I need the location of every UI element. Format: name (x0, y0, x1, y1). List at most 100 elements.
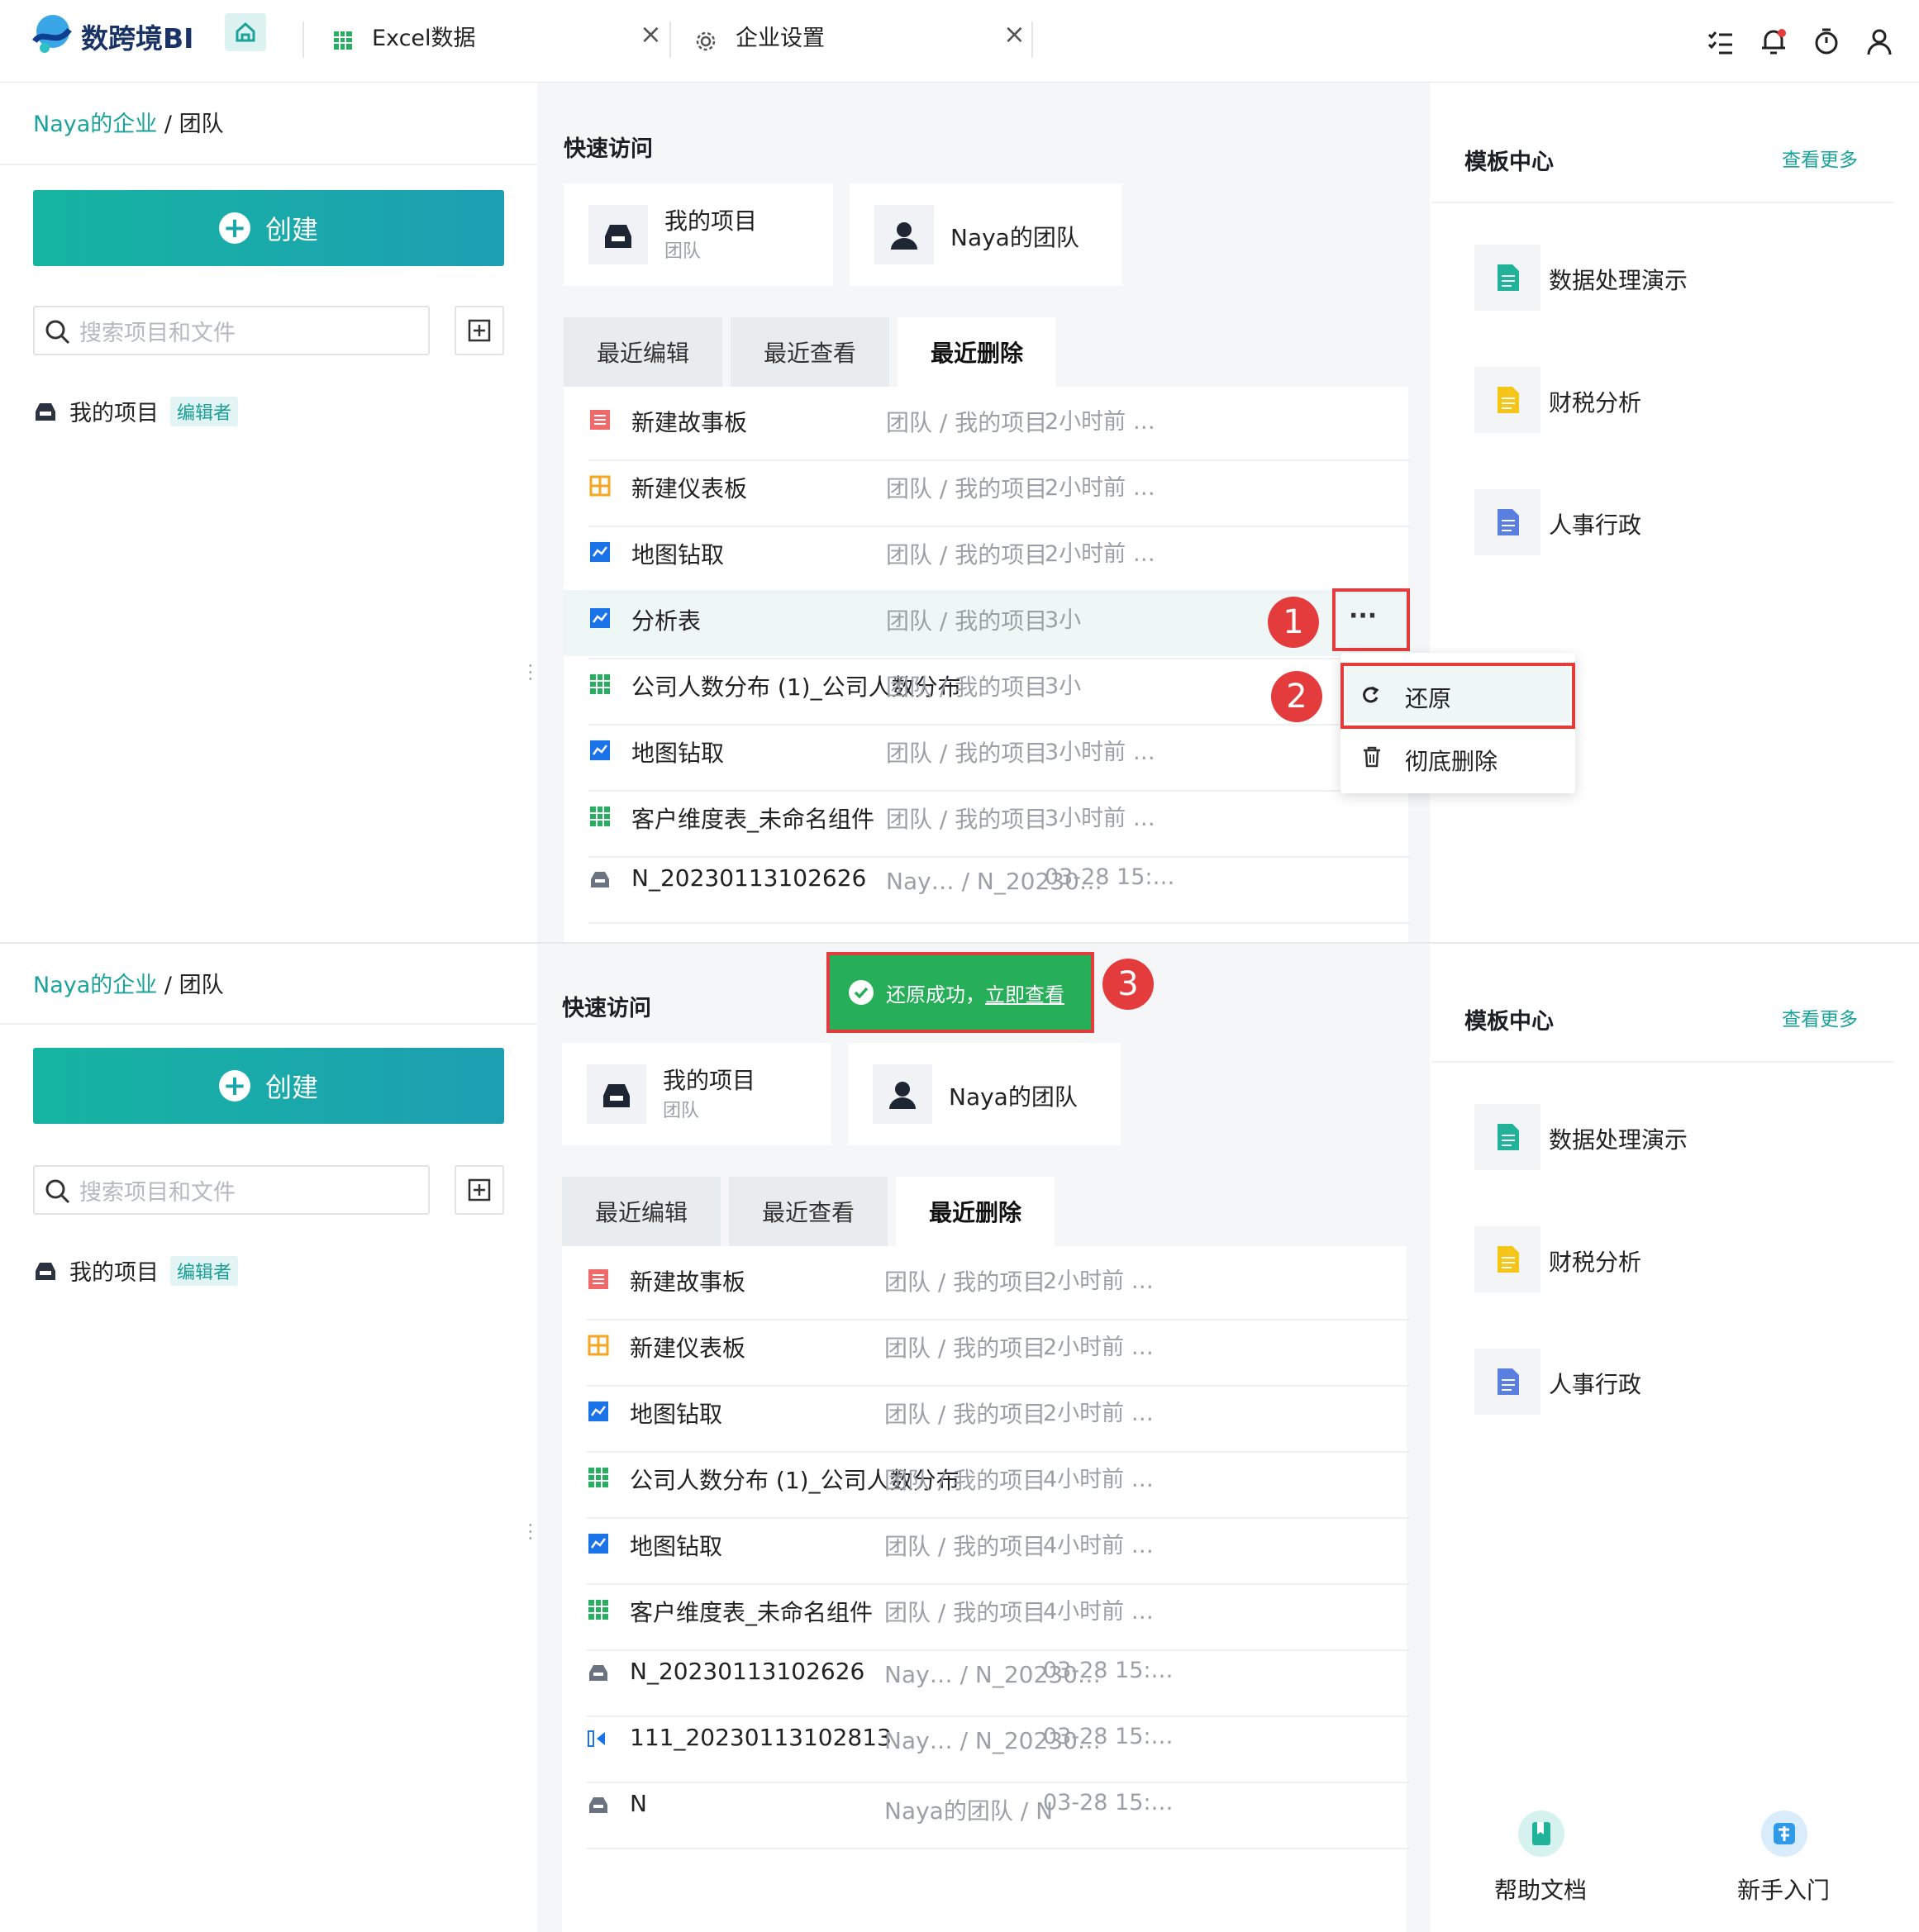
table-icon (590, 807, 610, 826)
chart-icon (588, 1401, 608, 1421)
list-row[interactable]: 新建故事板 团队 / 我的项目 2小时前 … (587, 1246, 1154, 1312)
tab-excel[interactable]: Excel数据 (372, 20, 476, 52)
list-row[interactable]: 新建仪表板 团队 / 我的项目 2小时前 … (588, 453, 1155, 519)
inbox-icon (589, 1665, 607, 1681)
inbox-icon (591, 872, 609, 887)
book-icon (1518, 1811, 1564, 1857)
list-row[interactable]: 地图钻取 团队 / 我的项目 3小时前 … (588, 717, 1155, 783)
list-row[interactable]: 地图钻取 团队 / 我的项目 2小时前 … (587, 1378, 1154, 1444)
timer-icon[interactable] (1810, 23, 1843, 59)
screen-after: Naya的企业 / 团队 + 创建 搜索项目和文件 我的项目 编辑者 · · · 快… (0, 944, 1919, 1932)
resize-handle[interactable]: · · · (527, 1516, 534, 1549)
breadcrumb-org[interactable]: Naya的企业 (33, 112, 157, 137)
breadcrumb: Naya的企业 / 团队 (33, 973, 224, 998)
logo-icon (32, 15, 72, 53)
team-icon (891, 222, 917, 250)
doc-yellow-icon (1498, 1246, 1519, 1273)
doc-yellow-icon (1498, 387, 1519, 413)
task-list-icon[interactable] (1704, 23, 1737, 59)
tab-settings[interactable]: 企业设置 (736, 20, 825, 52)
create-button[interactable]: + 创建 (33, 190, 504, 266)
search-icon (45, 320, 70, 345)
list-row[interactable]: N Naya的团队 / N 03-28 15:… (587, 1775, 1174, 1841)
menu-item-delete[interactable]: 彻底删除 (1345, 729, 1570, 785)
plus-icon: + (218, 212, 250, 244)
inbox-icon (589, 1797, 607, 1813)
quick-card-my-project[interactable]: 我的项目 团队 (562, 1043, 831, 1145)
add-square-icon (468, 1178, 491, 1202)
doc-teal-icon (1498, 264, 1519, 291)
user-icon[interactable] (1863, 23, 1896, 59)
list-row[interactable]: 地图钻取 团队 / 我的项目 4小时前 … (587, 1511, 1154, 1577)
restore-highlight (1340, 663, 1575, 729)
toast-highlight (826, 952, 1094, 1033)
quick-card-my-project[interactable]: 我的项目 团队 (564, 183, 833, 286)
doc-blue-icon (1498, 1368, 1519, 1395)
list-row[interactable]: 新建故事板 团队 / 我的项目 2小时前 … (588, 387, 1155, 453)
bell-icon[interactable] (1757, 23, 1790, 59)
view-more-link[interactable]: 查看更多 (1782, 144, 1858, 172)
signpost-icon (1761, 1811, 1807, 1857)
dashboard-icon (588, 1335, 609, 1356)
breadcrumb-org[interactable]: Naya的企业 (33, 973, 157, 998)
resize-handle[interactable]: · · · (527, 656, 534, 689)
screen-before: Naya的企业 / 团队 + 创建 搜索项目和文件 我的项目 编辑者 · · · 快… (0, 83, 1919, 944)
chart-icon (590, 608, 610, 628)
project-item[interactable]: 我的项目 编辑者 (33, 395, 239, 427)
brand-name: 数跨境BI (81, 22, 194, 55)
tab-recent-deleted[interactable]: 最近删除 (898, 317, 1056, 387)
quick-access-title: 快速访问 (562, 996, 651, 1021)
search-input[interactable]: 搜索项目和文件 (33, 306, 430, 355)
help-docs-card[interactable]: 帮助文档 (1431, 1780, 1651, 1925)
table-icon (588, 1600, 608, 1620)
quick-card-team[interactable]: Naya的团队 (848, 1043, 1121, 1145)
list-row[interactable]: 公司人数分布 (1)_公司人数分布 团队 / 我的项目 4小时前 … (587, 1444, 1154, 1511)
tab-recent-edit[interactable]: 最近编辑 (564, 317, 722, 387)
table-icon (588, 1468, 608, 1487)
list-row[interactable]: 客户维度表_未命名组件 团队 / 我的项目 4小时前 … (587, 1577, 1154, 1643)
plus-icon: + (218, 1070, 250, 1102)
story-icon (588, 1269, 608, 1289)
role-badge: 编辑者 (170, 396, 239, 426)
quick-card-team[interactable]: Naya的团队 (850, 183, 1122, 286)
create-button[interactable]: + 创建 (33, 1048, 504, 1124)
list-row[interactable]: 111_20230113102813 Nay… / N_20230… 03-28… (587, 1709, 1174, 1775)
tab-recent-deleted[interactable]: 最近删除 (896, 1177, 1055, 1246)
deleted-list: 新建故事板 团队 / 我的项目 2小时前 … 新建仪表板 团队 / 我的项目 2… (562, 1246, 1410, 1932)
close-tab-settings-icon[interactable]: × (1003, 18, 1026, 50)
dashboard-icon (589, 475, 611, 497)
search-input[interactable]: 搜索项目和文件 (33, 1165, 430, 1215)
list-row-selected[interactable]: 分析表 团队 / 我的项目 3小 (588, 585, 1119, 651)
getting-started-card[interactable]: 新手入门 (1674, 1780, 1894, 1925)
left-sidebar: Naya的企业 / 团队 + 创建 搜索项目和文件 我的项目 编辑者 · · · (0, 83, 537, 944)
project-item[interactable]: 我的项目 编辑者 (33, 1254, 239, 1287)
deleted-list: 新建故事板 团队 / 我的项目 2小时前 … 新建仪表板 团队 / 我的项目 2… (564, 387, 1412, 944)
list-row[interactable]: 新建仪表板 团队 / 我的项目 2小时前 … (587, 1312, 1154, 1378)
left-sidebar: Naya的企业 / 团队 + 创建 搜索项目和文件 我的项目 编辑者 · · · (0, 944, 537, 1932)
list-row[interactable]: 地图钻取 团队 / 我的项目 2小时前 … (588, 519, 1155, 585)
view-more-link[interactable]: 查看更多 (1782, 1003, 1858, 1031)
home-tab[interactable] (225, 13, 266, 51)
tab-recent-view[interactable]: 最近查看 (729, 1177, 888, 1246)
close-tab-excel-icon[interactable]: × (640, 18, 662, 50)
tab-recent-view[interactable]: 最近查看 (731, 317, 889, 387)
story-icon (590, 410, 610, 430)
add-square-icon (468, 319, 491, 342)
template-center: 模板中心 查看更多 数据处理演示 财税分析 人事行政 (1431, 970, 1894, 1755)
chart-icon (590, 740, 610, 760)
gear-icon (696, 31, 716, 51)
team-icon (889, 1082, 916, 1109)
add-button[interactable] (455, 306, 504, 355)
list-row[interactable]: 公司人数分布 (1)_公司人数分布 团队 / 我的项目 3小 (588, 651, 1119, 717)
home-icon (236, 21, 255, 42)
add-button[interactable] (455, 1165, 504, 1215)
list-row[interactable]: N_20230113102626 Nay… / N_20230… 03-28 1… (587, 1643, 1174, 1709)
more-button[interactable]: ··· (1349, 602, 1377, 631)
list-row[interactable]: 客户维度表_未命名组件 团队 / 我的项目 3小时前 … (588, 783, 1155, 849)
breadcrumb-current: 团队 (179, 973, 224, 998)
tab-recent-edit[interactable]: 最近编辑 (562, 1177, 721, 1246)
table-icon (590, 674, 610, 694)
inbox-icon (36, 402, 55, 421)
list-row[interactable]: N_20230113102626 Nay… / N_20230… 03-28 1… (588, 849, 1175, 916)
inbox-icon (36, 1262, 55, 1280)
